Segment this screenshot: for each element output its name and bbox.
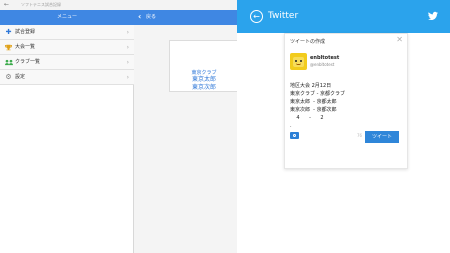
back-button[interactable]: 戻る: [146, 13, 156, 22]
match-player-name: 東京太郎: [191, 76, 216, 83]
back-arrow-icon[interactable]: ←: [250, 10, 263, 23]
chevron-right-icon: ›: [126, 74, 129, 81]
menu-header: メニュー: [0, 10, 134, 25]
menu-item-label: 試合登録: [15, 29, 36, 35]
menu-item-label: クラブ一覧: [15, 59, 41, 65]
menu-item-settings[interactable]: ⚙ 設定 ›: [0, 70, 134, 85]
app-title: ソフトテニス試合記録: [21, 2, 61, 7]
match-card[interactable]: 東京クラブ 東京太郎 東京次郎: [169, 40, 237, 92]
tweet-line: 東京クラブ - 京都クラブ: [290, 91, 345, 97]
app-window: ← ソフトテニス試合記録 メニュー ✚ 試合登録 › 大会一覧 › クラブ一覧 …: [0, 0, 237, 253]
chevron-right-icon: ›: [126, 29, 129, 36]
menu-title: メニュー: [56, 14, 77, 20]
tweet-line: 地区大会 2月12日: [290, 83, 332, 89]
menu-item-label: 大会一覧: [15, 44, 36, 50]
menu-item-clubs[interactable]: クラブ一覧 ›: [0, 55, 134, 70]
chevron-right-icon: ›: [126, 59, 129, 66]
menu-item-label: 設定: [15, 74, 26, 80]
chevron-right-icon: ›: [126, 44, 129, 51]
tweet-text-area[interactable]: 地区大会 2月12日 東京クラブ - 京都クラブ 東京太郎 - 京都太郎 東京次…: [290, 82, 404, 130]
tweet-line: 東京次郎 - 京都次郎: [290, 107, 337, 113]
tweet-button[interactable]: ツイート: [365, 131, 399, 143]
tweet-line: 東京太郎 - 京都太郎: [290, 99, 337, 105]
menu-item-register-match[interactable]: ✚ 試合登録 ›: [0, 25, 134, 40]
user-name: enbltotest: [310, 55, 340, 61]
menu-pane: メニュー ✚ 試合登録 › 大会一覧 › クラブ一覧 › ⚙ 設定 ›: [0, 10, 134, 253]
menu-list: ✚ 試合登録 › 大会一覧 › クラブ一覧 › ⚙ 設定 ›: [0, 25, 134, 85]
user-handle: @enbltotest: [310, 62, 335, 67]
tweet-compose-card: ツイートの作成 ✕ enbltotest @enbltotest 地区大会 2月…: [284, 33, 408, 169]
titlebar-back-button[interactable]: ←: [4, 1, 9, 9]
share-title: Twitter: [268, 11, 299, 21]
detail-header: ‹ 戻る: [134, 10, 237, 25]
gear-icon: ⚙: [5, 73, 12, 81]
share-header: ← Twitter: [237, 0, 450, 33]
close-icon[interactable]: ✕: [396, 35, 403, 45]
camera-icon[interactable]: [290, 132, 299, 139]
twitter-bird-icon: [428, 11, 438, 21]
share-pane: ← Twitter ツイートの作成 ✕ enbltotest @enbltote…: [237, 0, 450, 253]
avatar-face: [293, 57, 304, 67]
people-icon: [5, 59, 13, 66]
plus-icon: ✚: [5, 28, 12, 36]
avatar-eye: [300, 60, 302, 62]
trophy-icon: [5, 44, 12, 51]
app-titlebar: ← ソフトテニス試合記録: [0, 0, 237, 10]
avatar-mouth: [296, 63, 301, 65]
compose-title: ツイートの作成: [290, 39, 326, 45]
detail-pane: ‹ 戻る 東京クラブ 東京太郎 東京次郎: [134, 10, 237, 253]
chevron-left-icon[interactable]: ‹: [138, 12, 141, 22]
match-player-name: 東京次郎: [191, 84, 216, 91]
tweet-line: 4 - 2: [290, 115, 324, 121]
avatar: [290, 53, 307, 70]
menu-item-tournaments[interactable]: 大会一覧 ›: [0, 40, 134, 55]
tweet-line: .: [290, 123, 292, 129]
character-count: 76: [357, 133, 363, 138]
avatar-eye: [295, 60, 297, 62]
